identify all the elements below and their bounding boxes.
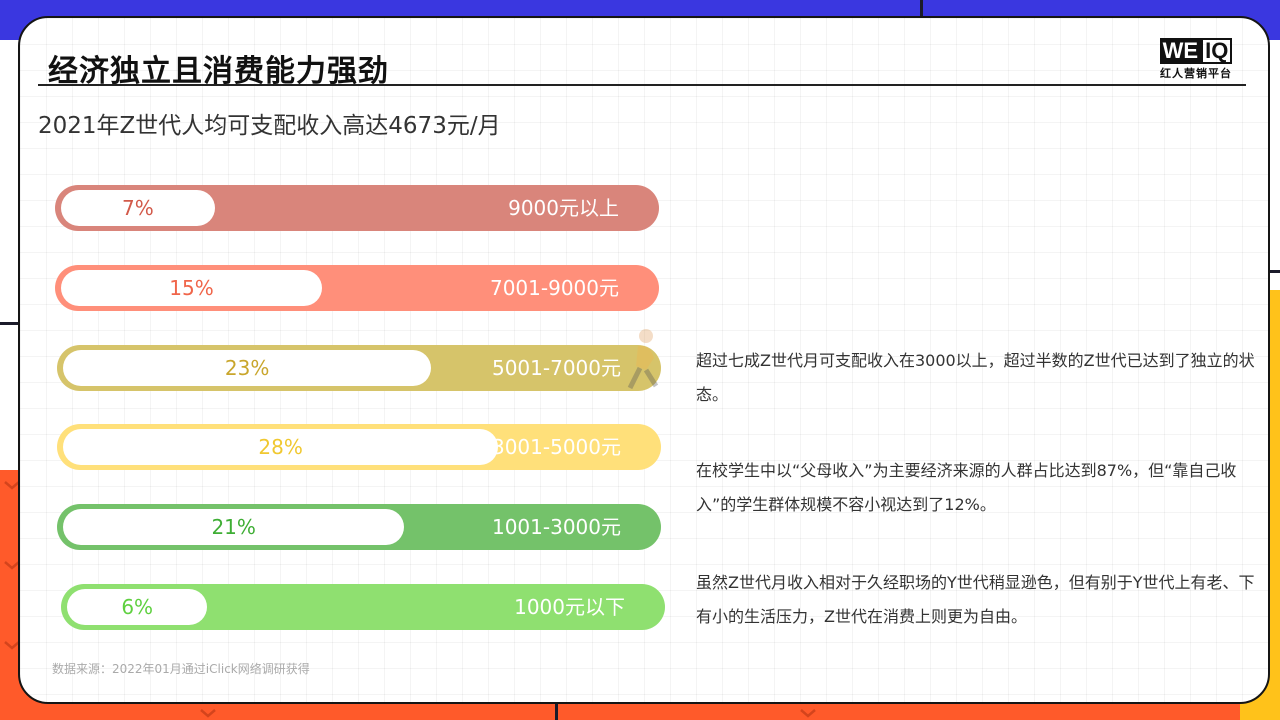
runner-illustration-icon bbox=[627, 329, 659, 390]
chevron-decor-icon bbox=[200, 709, 216, 718]
note-3: 虽然Z世代月收入相对于久经职场的Y世代稍显逊色，但有别于Y世代上有老、下有小的生… bbox=[696, 573, 1255, 626]
bar-value-label: 6% bbox=[121, 595, 154, 619]
logo-subtitle: 红人营销平台 bbox=[1160, 67, 1232, 80]
bar-row: 28% 3001-5000元 bbox=[57, 424, 661, 470]
bar-row: 6% 1000元以下 bbox=[61, 584, 665, 630]
brand-logo: WE IQ 红人营销平台 bbox=[1156, 38, 1236, 81]
logo-part-a: WE bbox=[1159, 38, 1202, 64]
bar-category-label: 5001-7000元 bbox=[491, 356, 621, 380]
bar-row: 7% 9000元以上 bbox=[55, 185, 659, 231]
bar-category-label: 1000元以下 bbox=[514, 595, 625, 619]
bar-value-label: 7% bbox=[122, 196, 154, 220]
bar-value-label: 15% bbox=[169, 276, 214, 300]
bar-category-label: 9000元以上 bbox=[508, 196, 619, 220]
title-divider bbox=[38, 84, 1246, 86]
chart-title: 2021年Z世代人均可支配收入高达4673元/月 bbox=[38, 113, 501, 139]
bar-row: 23% 5001-7000元 bbox=[57, 345, 661, 391]
backdrop-divider bbox=[0, 322, 20, 325]
slide-card: 经济独立且消费能力强劲 WE IQ 红人营销平台 2021年Z世代人均可支配收入… bbox=[18, 16, 1270, 704]
bar-value-label: 21% bbox=[211, 515, 256, 539]
chevron-decor-icon bbox=[800, 709, 816, 718]
bar-row: 15% 7001-9000元 bbox=[55, 265, 659, 311]
bar-value-label: 28% bbox=[258, 435, 303, 459]
bar-row: 21% 1001-3000元 bbox=[57, 504, 661, 550]
bar-category-label: 7001-9000元 bbox=[489, 276, 619, 300]
note-1: 超过七成Z世代月可支配收入在3000以上，超过半数的Z世代已达到了独立的状态。 bbox=[696, 351, 1255, 404]
bar-category-label: 1001-3000元 bbox=[491, 515, 621, 539]
data-source: 数据来源：2022年01月通过iClick网络调研获得 bbox=[52, 662, 310, 676]
bar-category-label: 3001-5000元 bbox=[491, 435, 621, 459]
logo-wordmark: WE IQ bbox=[1159, 38, 1233, 64]
bar-value-label: 23% bbox=[224, 356, 270, 380]
note-2: 在校学生中以“父母收入”为主要经济来源的人群占比达到87%，但“靠自己收入”的学… bbox=[696, 461, 1237, 514]
logo-part-b: IQ bbox=[1201, 38, 1233, 64]
